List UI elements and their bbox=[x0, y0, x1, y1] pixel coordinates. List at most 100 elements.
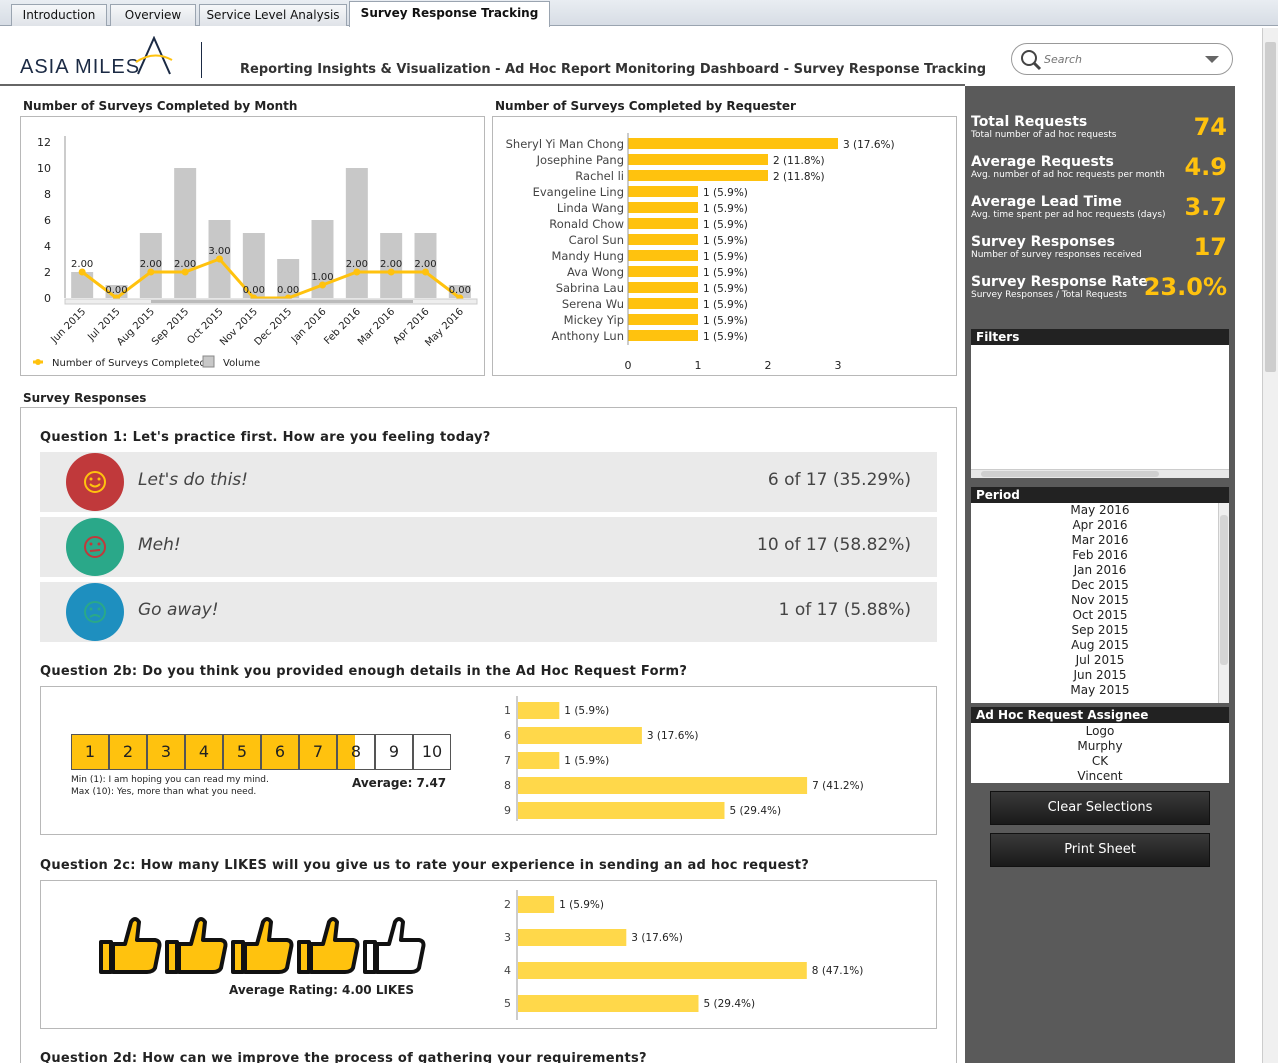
period-item[interactable]: Jul 2015 bbox=[971, 653, 1229, 668]
requester-label: Linda Wang bbox=[557, 201, 624, 215]
assignee-item[interactable]: Logo bbox=[971, 724, 1229, 739]
period-item[interactable]: Oct 2015 bbox=[971, 608, 1229, 623]
point-data-label: 2.00 bbox=[380, 259, 402, 270]
q2b-max-text: Max (10): Yes, more than what you need. bbox=[71, 787, 257, 797]
filters-box[interactable] bbox=[971, 345, 1229, 478]
requester-bar bbox=[628, 170, 768, 181]
page-scrollbar[interactable] bbox=[1262, 28, 1278, 1063]
requester-value-label: 1 (5.9%) bbox=[703, 203, 748, 215]
scale-cell-10: 10 bbox=[413, 734, 451, 770]
category-label: 1 bbox=[504, 704, 511, 717]
point-data-label: 0.00 bbox=[277, 285, 299, 296]
period-item[interactable]: Apr 2016 bbox=[971, 518, 1229, 533]
assignee-listbox[interactable]: Logo Murphy CK Vincent bbox=[971, 723, 1229, 783]
response-bar bbox=[518, 702, 560, 719]
tab-bar: Introduction Overview Service Level Anal… bbox=[0, 0, 1278, 27]
filters-scrollbar[interactable] bbox=[971, 469, 1229, 478]
print-sheet-button[interactable]: Print Sheet bbox=[990, 833, 1210, 867]
response-bar bbox=[518, 896, 555, 913]
requester-bar bbox=[628, 330, 698, 341]
assignee-item[interactable]: Vincent bbox=[971, 769, 1229, 784]
y-tick-label: 8 bbox=[44, 188, 51, 201]
x-tick-label: Mar 2016 bbox=[356, 306, 397, 347]
period-item[interactable]: Nov 2015 bbox=[971, 593, 1229, 608]
requester-label: Sabrina Lau bbox=[556, 281, 624, 295]
response-value-label: 3 (17.6%) bbox=[647, 730, 699, 742]
tab-survey-response-tracking[interactable]: Survey Response Tracking bbox=[349, 1, 550, 27]
search-box[interactable] bbox=[1011, 43, 1233, 75]
scale-cell-4: 4 bbox=[185, 734, 223, 770]
response-value-label: 3 (17.6%) bbox=[631, 932, 683, 944]
period-item[interactable]: Jan 2016 bbox=[971, 563, 1229, 578]
kpi-subtitle: Avg. number of ad hoc requests per month bbox=[971, 170, 1165, 180]
response-value-label: 1 (5.9%) bbox=[564, 705, 609, 717]
x-scroll-thumb bbox=[151, 300, 413, 303]
assignee-item[interactable]: CK bbox=[971, 754, 1229, 769]
thumbs-up-icon bbox=[99, 917, 162, 974]
x-tick-label: 0 bbox=[625, 359, 632, 372]
q1-row-2-count: 10 of 17 (58.82%) bbox=[757, 535, 911, 555]
scale-cell-8: 8 bbox=[337, 734, 375, 770]
q1-row-1-count: 6 of 17 (35.29%) bbox=[767, 470, 911, 490]
page-title: Reporting Insights & Visualization - Ad … bbox=[240, 62, 987, 77]
q2b-average: Average: 7.47 bbox=[352, 776, 447, 790]
scale-cell-1: 1 bbox=[71, 734, 109, 770]
logo-divider bbox=[201, 42, 202, 78]
assignee-item[interactable]: Murphy bbox=[971, 739, 1229, 754]
requester-value-label: 1 (5.9%) bbox=[703, 251, 748, 263]
category-label: 9 bbox=[504, 804, 511, 817]
period-item[interactable]: Aug 2015 bbox=[971, 638, 1229, 653]
category-label: 4 bbox=[504, 964, 511, 977]
scale-cell-3: 3 bbox=[147, 734, 185, 770]
response-value-label: 1 (5.9%) bbox=[564, 755, 609, 767]
filters-scroll-thumb[interactable] bbox=[981, 471, 1159, 477]
q2b-title: Question 2b: Do you think you provided e… bbox=[40, 664, 688, 679]
requester-label: Josephine Pang bbox=[536, 153, 624, 167]
requester-value-label: 1 (5.9%) bbox=[703, 187, 748, 199]
response-value-label: 5 (29.4%) bbox=[704, 998, 756, 1010]
filters-header: Filters bbox=[971, 329, 1229, 345]
period-scroll-thumb[interactable] bbox=[1220, 515, 1228, 665]
page-scroll-thumb[interactable] bbox=[1265, 42, 1276, 372]
clear-selections-button[interactable]: Clear Selections bbox=[990, 791, 1210, 825]
volume-bar bbox=[174, 168, 197, 298]
thumbs-up-icon bbox=[231, 917, 294, 974]
kpi-label: Total Requests bbox=[971, 114, 1088, 130]
q1-row-2: Meh! 10 of 17 (58.82%) bbox=[40, 517, 937, 577]
period-item[interactable]: May 2016 bbox=[971, 503, 1229, 518]
period-item[interactable]: Mar 2016 bbox=[971, 533, 1229, 548]
y-tick-label: 12 bbox=[37, 136, 51, 149]
tab-introduction[interactable]: Introduction bbox=[11, 4, 107, 26]
y-tick-label: 0 bbox=[44, 292, 51, 305]
period-item[interactable]: May 2015 bbox=[971, 683, 1229, 698]
period-item[interactable]: Jun 2015 bbox=[971, 668, 1229, 683]
requester-value-label: 1 (5.9%) bbox=[703, 267, 748, 279]
point-data-label: 2.00 bbox=[71, 259, 93, 270]
q2d-title: Question 2d: How can we improve the proc… bbox=[40, 1051, 647, 1063]
requester-bar bbox=[628, 266, 698, 277]
tab-overview[interactable]: Overview bbox=[110, 4, 196, 26]
month-chart-panel: 0 2 4 6 8 10 12 2.00 0.00 2.00 2.00 3.00 0.00 0.00 1.0… bbox=[20, 116, 485, 376]
dashboard-app: Introduction Overview Service Level Anal… bbox=[0, 0, 1278, 1063]
requester-value-label: 1 (5.9%) bbox=[703, 331, 748, 343]
scale-cell-6: 6 bbox=[261, 734, 299, 770]
y-tick-label: 10 bbox=[37, 162, 51, 175]
period-item[interactable]: Dec 2015 bbox=[971, 578, 1229, 593]
q1-row-3: Go away! 1 of 17 (5.88%) bbox=[40, 582, 937, 642]
period-item[interactable]: Feb 2016 bbox=[971, 548, 1229, 563]
rating-scale: 1 2 3 4 5 6 7 8 9 10 bbox=[71, 734, 453, 770]
kpi-subtitle: Number of survey responses received bbox=[971, 250, 1142, 260]
period-listbox[interactable]: May 2016 Apr 2016 Mar 2016 Feb 2016 Jan 2016… bbox=[971, 503, 1229, 703]
search-input[interactable] bbox=[1044, 50, 1194, 68]
period-item[interactable]: Sep 2015 bbox=[971, 623, 1229, 638]
period-header: Period bbox=[971, 487, 1229, 503]
tab-service-level-analysis[interactable]: Service Level Analysis bbox=[199, 4, 347, 26]
requester-label: Mickey Yip bbox=[564, 313, 624, 327]
smile-face-icon bbox=[66, 453, 124, 511]
response-value-label: 8 (47.1%) bbox=[812, 965, 864, 977]
x-tick-label: 3 bbox=[835, 359, 842, 372]
point-data-label: 0.00 bbox=[449, 285, 471, 296]
neutral-face-icon bbox=[66, 518, 124, 576]
period-scrollbar[interactable] bbox=[1218, 503, 1229, 703]
chevron-down-icon[interactable] bbox=[1204, 55, 1220, 65]
